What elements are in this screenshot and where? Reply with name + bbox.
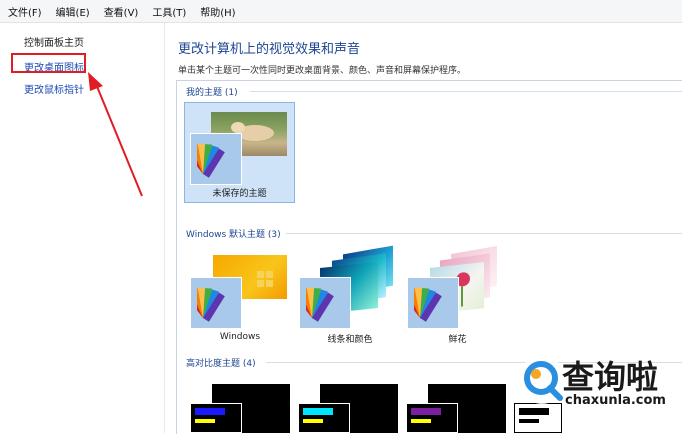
watermark-brand: 查询啦: [562, 358, 659, 396]
theme-windows-label: Windows: [219, 332, 261, 342]
group-my-themes: 我的主题 (1): [186, 88, 238, 98]
palette-icon: [190, 277, 242, 329]
high-contrast-3-preview: [406, 403, 458, 433]
page-title: 更改计算机上的视觉效果和声音: [178, 42, 361, 57]
high-contrast-2-preview: [298, 403, 350, 433]
menu-view[interactable]: 查看(V): [104, 4, 139, 19]
menu-edit[interactable]: 编辑(E): [56, 4, 90, 19]
pane-divider: [164, 23, 165, 433]
highlight-box: [11, 53, 86, 73]
watermark-site: chaxunla.com: [565, 393, 666, 408]
group-separator: [250, 91, 682, 92]
group-windows-default-themes: Windows 默认主题 (3): [186, 230, 281, 240]
theme-unsaved-label: 未保存的主题: [212, 189, 267, 199]
menu-tools[interactable]: 工具(T): [152, 4, 186, 19]
sidebar-item-control-panel-home[interactable]: 控制面板主页: [24, 34, 84, 49]
menu-bar: 文件(F) 编辑(E) 查看(V) 工具(T) 帮助(H): [0, 0, 682, 23]
page-description: 单击某个主题可一次性同时更改桌面背景、颜色、声音和屏幕保护程序。: [178, 66, 467, 76]
menu-help[interactable]: 帮助(H): [200, 4, 235, 19]
sidebar-item-change-mouse-pointer[interactable]: 更改鼠标指针: [24, 81, 84, 96]
palette-icon: [190, 133, 242, 185]
group-high-contrast-themes: 高对比度主题 (4): [186, 359, 256, 369]
palette-icon: [407, 277, 459, 329]
group-separator: [286, 233, 682, 234]
high-contrast-1-preview: [190, 403, 242, 433]
theme-lines-label: 线条和颜色: [327, 335, 373, 345]
theme-flowers-label: 鲜花: [448, 335, 467, 345]
menu-file[interactable]: 文件(F): [8, 4, 42, 19]
watermark-logo: 查询啦 chaxunla.com: [508, 350, 682, 416]
palette-icon: [299, 277, 351, 329]
